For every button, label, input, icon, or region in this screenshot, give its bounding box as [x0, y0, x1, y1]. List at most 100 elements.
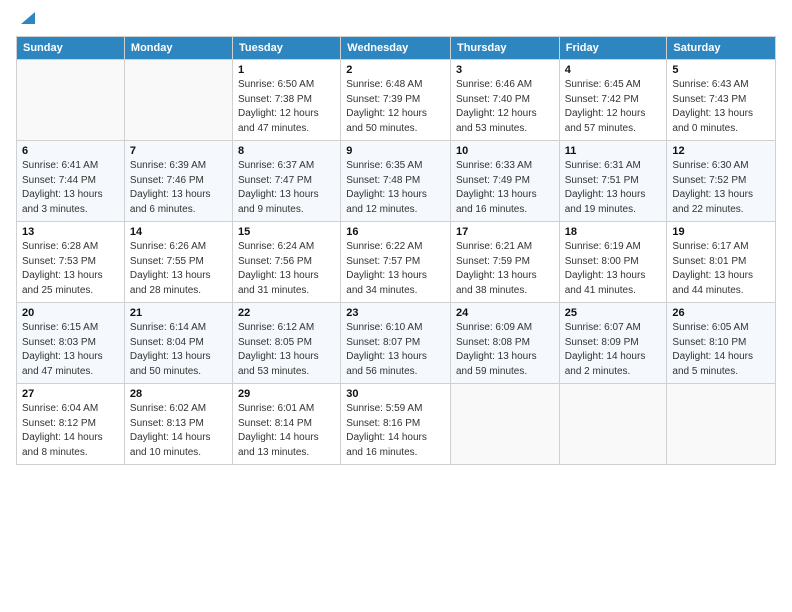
- day-number: 7: [130, 145, 227, 157]
- day-number: 17: [456, 226, 554, 238]
- day-info: Sunrise: 6:21 AMSunset: 7:59 PMDaylight:…: [456, 240, 554, 298]
- calendar-cell: 16 Sunrise: 6:22 AMSunset: 7:57 PMDayligh…: [341, 222, 451, 303]
- day-info: Sunrise: 6:05 AMSunset: 8:10 PMDaylight:…: [672, 321, 770, 379]
- day-info: Sunrise: 6:24 AMSunset: 7:56 PMDaylight:…: [238, 240, 335, 298]
- column-header-monday: Monday: [124, 37, 232, 60]
- calendar-table: SundayMondayTuesdayWednesdayThursdayFrid…: [16, 36, 776, 465]
- header: [16, 12, 776, 28]
- calendar-cell: 2 Sunrise: 6:48 AMSunset: 7:39 PMDaylight…: [341, 60, 451, 141]
- day-number: 5: [672, 64, 770, 76]
- day-number: 3: [456, 64, 554, 76]
- column-header-tuesday: Tuesday: [233, 37, 341, 60]
- day-number: 6: [22, 145, 119, 157]
- day-number: 15: [238, 226, 335, 238]
- day-number: 20: [22, 307, 119, 319]
- day-info: Sunrise: 6:17 AMSunset: 8:01 PMDaylight:…: [672, 240, 770, 298]
- page: SundayMondayTuesdayWednesdayThursdayFrid…: [0, 0, 792, 612]
- day-info: Sunrise: 6:04 AMSunset: 8:12 PMDaylight:…: [22, 402, 119, 460]
- day-info: Sunrise: 6:15 AMSunset: 8:03 PMDaylight:…: [22, 321, 119, 379]
- calendar-cell: [667, 384, 776, 465]
- calendar-week-row: 13 Sunrise: 6:28 AMSunset: 7:53 PMDayligh…: [17, 222, 776, 303]
- day-number: 19: [672, 226, 770, 238]
- day-number: 12: [672, 145, 770, 157]
- calendar-cell: 13 Sunrise: 6:28 AMSunset: 7:53 PMDayligh…: [17, 222, 125, 303]
- calendar-cell: 10Sunrise: 6:33 AMSunset: 7:49 PMDayligh…: [450, 141, 559, 222]
- calendar-cell: 25 Sunrise: 6:07 AMSunset: 8:09 PMDayligh…: [559, 303, 667, 384]
- calendar-cell: 9 Sunrise: 6:35 AMSunset: 7:48 PMDaylight…: [341, 141, 451, 222]
- calendar-cell: 3 Sunrise: 6:46 AMSunset: 7:40 PMDaylight…: [450, 60, 559, 141]
- day-info: Sunrise: 6:10 AMSunset: 8:07 PMDaylight:…: [346, 321, 445, 379]
- day-info: Sunrise: 6:09 AMSunset: 8:08 PMDaylight:…: [456, 321, 554, 379]
- day-number: 30: [346, 388, 445, 400]
- day-number: 26: [672, 307, 770, 319]
- column-header-friday: Friday: [559, 37, 667, 60]
- day-number: 10: [456, 145, 554, 157]
- day-number: 14: [130, 226, 227, 238]
- day-number: 29: [238, 388, 335, 400]
- calendar-cell: 19 Sunrise: 6:17 AMSunset: 8:01 PMDayligh…: [667, 222, 776, 303]
- day-info: Sunrise: 6:48 AMSunset: 7:39 PMDaylight:…: [346, 78, 445, 136]
- day-info: Sunrise: 6:19 AMSunset: 8:00 PMDaylight:…: [565, 240, 662, 298]
- calendar-cell: 17 Sunrise: 6:21 AMSunset: 7:59 PMDayligh…: [450, 222, 559, 303]
- day-info: Sunrise: 6:01 AMSunset: 8:14 PMDaylight:…: [238, 402, 335, 460]
- calendar-cell: 28 Sunrise: 6:02 AMSunset: 8:13 PMDayligh…: [124, 384, 232, 465]
- day-info: Sunrise: 6:50 AMSunset: 7:38 PMDaylight:…: [238, 78, 335, 136]
- calendar-cell: 8 Sunrise: 6:37 AMSunset: 7:47 PMDaylight…: [233, 141, 341, 222]
- calendar-week-row: 1 Sunrise: 6:50 AMSunset: 7:38 PMDaylight…: [17, 60, 776, 141]
- calendar-cell: 24 Sunrise: 6:09 AMSunset: 8:08 PMDayligh…: [450, 303, 559, 384]
- day-info: Sunrise: 6:07 AMSunset: 8:09 PMDaylight:…: [565, 321, 662, 379]
- day-number: 23: [346, 307, 445, 319]
- calendar-cell: 12 Sunrise: 6:30 AMSunset: 7:52 PMDayligh…: [667, 141, 776, 222]
- day-number: 13: [22, 226, 119, 238]
- calendar-cell: 29 Sunrise: 6:01 AMSunset: 8:14 PMDayligh…: [233, 384, 341, 465]
- day-info: Sunrise: 6:12 AMSunset: 8:05 PMDaylight:…: [238, 321, 335, 379]
- day-number: 2: [346, 64, 445, 76]
- calendar-cell: 23 Sunrise: 6:10 AMSunset: 8:07 PMDayligh…: [341, 303, 451, 384]
- day-number: 27: [22, 388, 119, 400]
- day-info: Sunrise: 6:22 AMSunset: 7:57 PMDaylight:…: [346, 240, 445, 298]
- day-info: Sunrise: 6:30 AMSunset: 7:52 PMDaylight:…: [672, 159, 770, 217]
- calendar-cell: [17, 60, 125, 141]
- day-info: Sunrise: 6:28 AMSunset: 7:53 PMDaylight:…: [22, 240, 119, 298]
- day-info: Sunrise: 6:41 AMSunset: 7:44 PMDaylight:…: [22, 159, 119, 217]
- day-info: Sunrise: 6:31 AMSunset: 7:51 PMDaylight:…: [565, 159, 662, 217]
- calendar-cell: 26 Sunrise: 6:05 AMSunset: 8:10 PMDayligh…: [667, 303, 776, 384]
- column-header-saturday: Saturday: [667, 37, 776, 60]
- calendar-cell: 27 Sunrise: 6:04 AMSunset: 8:12 PMDayligh…: [17, 384, 125, 465]
- column-header-thursday: Thursday: [450, 37, 559, 60]
- calendar-cell: 6 Sunrise: 6:41 AMSunset: 7:44 PMDaylight…: [17, 141, 125, 222]
- calendar-cell: 14 Sunrise: 6:26 AMSunset: 7:55 PMDayligh…: [124, 222, 232, 303]
- day-number: 24: [456, 307, 554, 319]
- logo: [16, 12, 35, 28]
- calendar-cell: 11 Sunrise: 6:31 AMSunset: 7:51 PMDayligh…: [559, 141, 667, 222]
- column-header-sunday: Sunday: [17, 37, 125, 60]
- calendar-cell: 4Sunrise: 6:45 AMSunset: 7:42 PMDaylight…: [559, 60, 667, 141]
- calendar-cell: 21 Sunrise: 6:14 AMSunset: 8:04 PMDayligh…: [124, 303, 232, 384]
- day-number: 21: [130, 307, 227, 319]
- day-number: 11: [565, 145, 662, 157]
- day-info: Sunrise: 6:46 AMSunset: 7:40 PMDaylight:…: [456, 78, 554, 136]
- calendar-cell: 30Sunrise: 5:59 AMSunset: 8:16 PMDayligh…: [341, 384, 451, 465]
- calendar-cell: 7 Sunrise: 6:39 AMSunset: 7:46 PMDaylight…: [124, 141, 232, 222]
- calendar-cell: 5 Sunrise: 6:43 AMSunset: 7:43 PMDaylight…: [667, 60, 776, 141]
- day-number: 28: [130, 388, 227, 400]
- day-number: 1: [238, 64, 335, 76]
- day-info: Sunrise: 6:26 AMSunset: 7:55 PMDaylight:…: [130, 240, 227, 298]
- day-number: 16: [346, 226, 445, 238]
- day-info: Sunrise: 6:37 AMSunset: 7:47 PMDaylight:…: [238, 159, 335, 217]
- calendar-cell: [559, 384, 667, 465]
- day-number: 9: [346, 145, 445, 157]
- day-info: Sunrise: 6:02 AMSunset: 8:13 PMDaylight:…: [130, 402, 227, 460]
- day-number: 8: [238, 145, 335, 157]
- day-info: Sunrise: 6:43 AMSunset: 7:43 PMDaylight:…: [672, 78, 770, 136]
- day-number: 25: [565, 307, 662, 319]
- day-info: Sunrise: 6:14 AMSunset: 8:04 PMDaylight:…: [130, 321, 227, 379]
- calendar-week-row: 6 Sunrise: 6:41 AMSunset: 7:44 PMDaylight…: [17, 141, 776, 222]
- calendar-cell: 1 Sunrise: 6:50 AMSunset: 7:38 PMDaylight…: [233, 60, 341, 141]
- day-info: Sunrise: 6:35 AMSunset: 7:48 PMDaylight:…: [346, 159, 445, 217]
- calendar-week-row: 20 Sunrise: 6:15 AMSunset: 8:03 PMDayligh…: [17, 303, 776, 384]
- calendar-header-row: SundayMondayTuesdayWednesdayThursdayFrid…: [17, 37, 776, 60]
- day-info: Sunrise: 6:39 AMSunset: 7:46 PMDaylight:…: [130, 159, 227, 217]
- column-header-wednesday: Wednesday: [341, 37, 451, 60]
- calendar-cell: 18Sunrise: 6:19 AMSunset: 8:00 PMDayligh…: [559, 222, 667, 303]
